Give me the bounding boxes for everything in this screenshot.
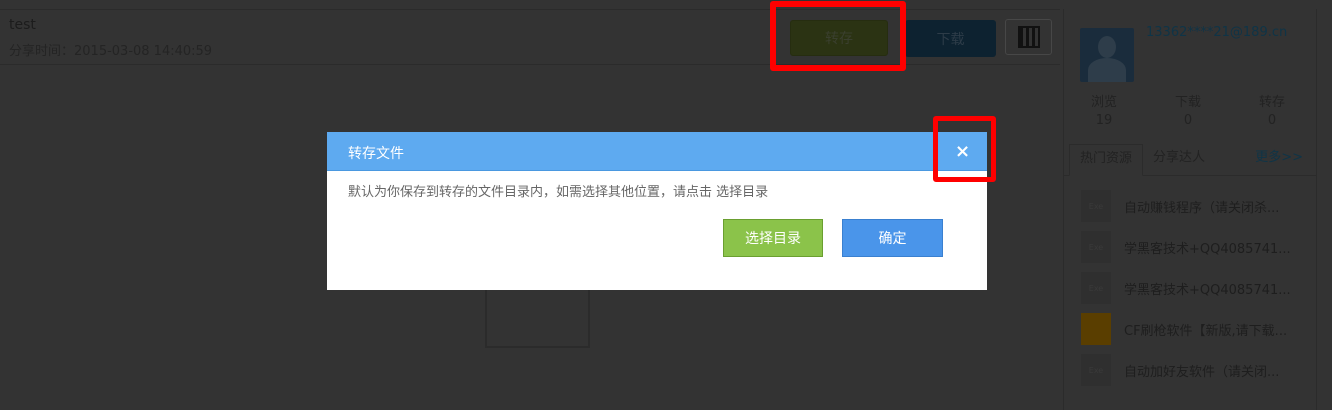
exe-file-icon: Exe <box>1081 354 1111 386</box>
resource-name[interactable]: 学黑客技术+QQ4085741... <box>1124 279 1291 298</box>
qr-code-icon <box>1017 26 1040 48</box>
stat-label: 下载 <box>1174 95 1201 110</box>
exe-file-icon: Exe <box>1081 272 1111 304</box>
highlight-box <box>770 1 906 71</box>
resource-name[interactable]: CF刷枪软件【新版,请下载... <box>1124 320 1287 339</box>
list-item[interactable]: Exe 自动赚钱程序（请关闭杀... <box>1081 190 1311 222</box>
list-item[interactable]: Exe 学黑客技术+QQ4085741... <box>1081 272 1311 304</box>
stat-value: 0 <box>1267 113 1277 128</box>
highlight-box <box>933 116 996 182</box>
dialog-header: 转存文件 × <box>327 132 987 171</box>
file-preview-frame <box>485 286 590 348</box>
qr-code-button[interactable] <box>1005 19 1052 55</box>
save-file-dialog: 转存文件 × 默认为你保存到转存的文件目录内，如需选择其他位置，请点击 选择目录… <box>327 132 987 290</box>
list-item[interactable]: Exe 学黑客技术+QQ4085741... <box>1081 231 1311 263</box>
user-email-link[interactable]: 13362****21@189.cn <box>1146 25 1287 40</box>
list-item[interactable]: Exe 自动加好友软件（请关闭... <box>1081 354 1311 386</box>
stat-views: 浏览 19 <box>1074 94 1134 130</box>
avatar[interactable] <box>1080 28 1134 82</box>
stat-label: 浏览 <box>1090 95 1117 110</box>
choose-directory-button[interactable]: 选择目录 <box>723 219 823 257</box>
file-title: test <box>9 17 36 33</box>
exe-file-icon: Exe <box>1081 231 1111 263</box>
stat-value: 0 <box>1183 113 1193 128</box>
exe-file-icon: Exe <box>1081 190 1111 222</box>
zip-file-icon <box>1081 313 1111 345</box>
resource-tabs: 热门资源 分享达人 更多>> <box>1063 144 1317 176</box>
more-link[interactable]: 更多>> <box>1255 144 1303 176</box>
resource-name[interactable]: 学黑客技术+QQ4085741... <box>1124 238 1291 257</box>
dialog-title: 转存文件 <box>348 146 404 162</box>
stat-label: 转存 <box>1258 95 1285 110</box>
resource-name[interactable]: 自动加好友软件（请关闭... <box>1124 361 1279 380</box>
confirm-button[interactable]: 确定 <box>842 219 943 257</box>
share-time: 分享时间：2015-03-08 14:40:59 <box>9 44 213 59</box>
download-button[interactable]: 下载 <box>905 20 996 57</box>
list-item[interactable]: CF刷枪软件【新版,请下载... <box>1081 313 1311 345</box>
dialog-message: 默认为你保存到转存的文件目录内，如需选择其他位置，请点击 选择目录 <box>348 185 769 200</box>
resource-name[interactable]: 自动赚钱程序（请关闭杀... <box>1124 197 1279 216</box>
tab-top-sharers[interactable]: 分享达人 <box>1153 144 1205 176</box>
stat-saves: 转存 0 <box>1242 94 1302 130</box>
tab-hot-resources[interactable]: 热门资源 <box>1069 144 1143 176</box>
stat-value: 19 <box>1095 113 1113 128</box>
stat-downloads: 下载 0 <box>1158 94 1218 130</box>
